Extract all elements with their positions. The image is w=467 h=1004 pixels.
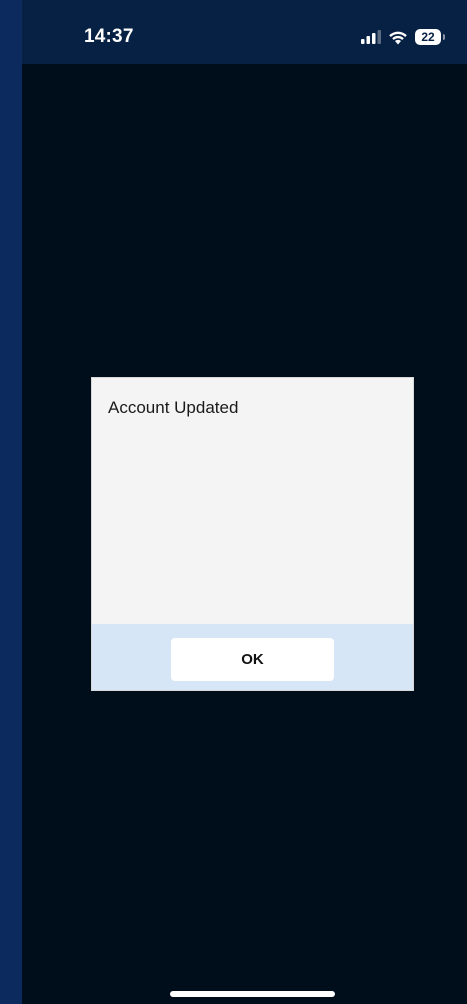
battery-icon: 22 [415, 29, 445, 45]
dialog-footer: OK [92, 624, 413, 690]
wifi-icon [388, 30, 408, 45]
ok-button[interactable]: OK [171, 638, 334, 681]
status-bar: 14:37 22 [22, 0, 467, 64]
home-indicator[interactable] [170, 991, 335, 997]
device-frame: 14:37 22 Account Updated OK [0, 0, 467, 1004]
signal-icon [361, 30, 381, 44]
status-time: 14:37 [84, 26, 134, 47]
alert-dialog: Account Updated OK [92, 378, 413, 690]
dialog-message: Account Updated [108, 398, 239, 417]
app-screen: 14:37 22 Account Updated OK [22, 0, 467, 1004]
status-icons: 22 [361, 26, 445, 48]
